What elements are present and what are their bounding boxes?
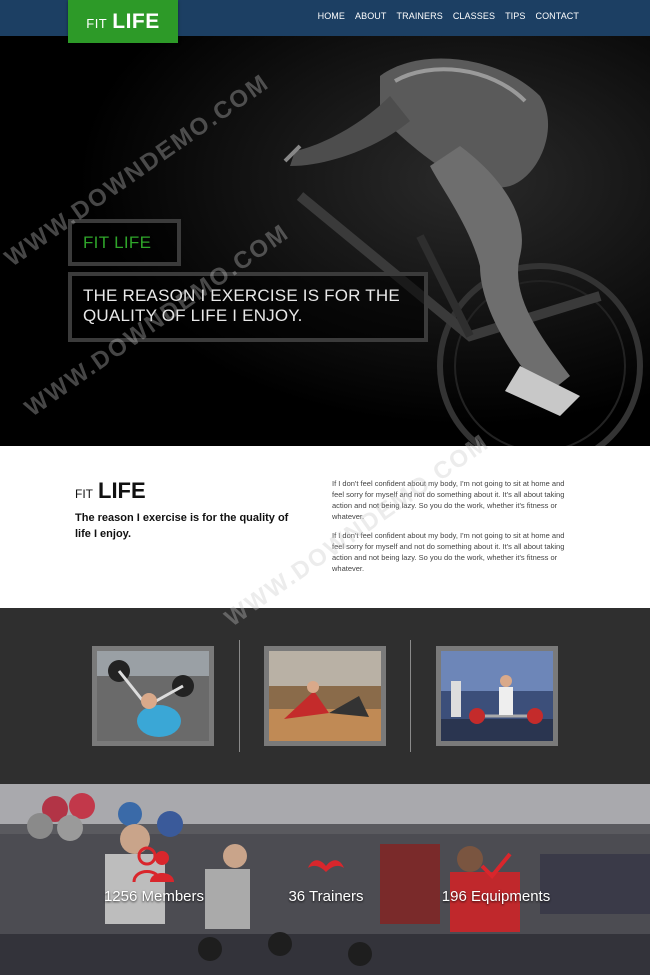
stat-trainers-label: 36 Trainers: [288, 888, 364, 905]
about-logo-main: LIFE: [98, 478, 146, 503]
about-paragraph: If I don't feel confident about my body,…: [332, 531, 565, 573]
hero-brand-text: FIT LIFE: [83, 232, 152, 252]
about-paragraphs: If I don't feel confident about my body,…: [332, 478, 577, 582]
logo-main: LIFE: [112, 9, 160, 33]
stats-section: 1256 Members 36 Trainers 196 Equipments: [0, 784, 650, 975]
nav-tips-link[interactable]: TIPS: [505, 11, 525, 21]
hero-quote-text: THE REASON I EXERCISE IS FOR THE QUALITY…: [83, 286, 400, 325]
about-logo: FIT LIFE: [75, 478, 146, 504]
nav-contact-link[interactable]: CONTACT: [535, 11, 579, 21]
equipments-icon: [480, 852, 512, 879]
nav-home-link[interactable]: HOME: [318, 11, 345, 21]
stat-trainers: 36 Trainers: [246, 844, 406, 905]
gallery-section: [0, 608, 650, 784]
hero-quote-box: THE REASON I EXERCISE IS FOR THE QUALITY…: [68, 272, 428, 342]
nav-about-link[interactable]: ABOUT: [355, 11, 387, 21]
members-icon: [132, 846, 174, 883]
main-menu: HOME ABOUT TRAINERS CLASSES TIPS CONTACT: [318, 0, 579, 32]
hero-brand-box: FIT LIFE: [68, 219, 181, 266]
about-logo-prefix: FIT: [75, 487, 93, 501]
about-lead-text: The reason I exercise is for the quality…: [75, 512, 289, 540]
stat-members: 1256 Members: [74, 844, 234, 905]
gallery-divider: [239, 640, 240, 752]
about-paragraph: If I don't feel confident about my body,…: [332, 479, 565, 521]
nav-trainers-link[interactable]: TRAINERS: [397, 11, 443, 21]
site-logo[interactable]: FIT LIFE: [68, 0, 178, 43]
stat-equipments: 196 Equipments: [416, 844, 576, 905]
nav-classes-link[interactable]: CLASSES: [453, 11, 495, 21]
gallery-divider: [410, 640, 411, 752]
trainers-icon: [308, 860, 344, 872]
gallery-image-weights[interactable]: [92, 646, 214, 746]
stat-equipments-label: 196 Equipments: [441, 888, 551, 905]
top-navbar: FIT LIFE HOME ABOUT TRAINERS CLASSES TIP…: [0, 0, 650, 43]
logo-prefix: FIT: [86, 15, 108, 31]
hero-section: FIT LIFE THE REASON I EXERCISE IS FOR TH…: [0, 36, 650, 446]
stat-members-label: 1256 Members: [103, 888, 205, 905]
gallery-image-deadlift[interactable]: [436, 646, 558, 746]
gallery-image-stretch[interactable]: [264, 646, 386, 746]
about-section: FIT LIFE The reason I exercise is for th…: [0, 446, 650, 608]
